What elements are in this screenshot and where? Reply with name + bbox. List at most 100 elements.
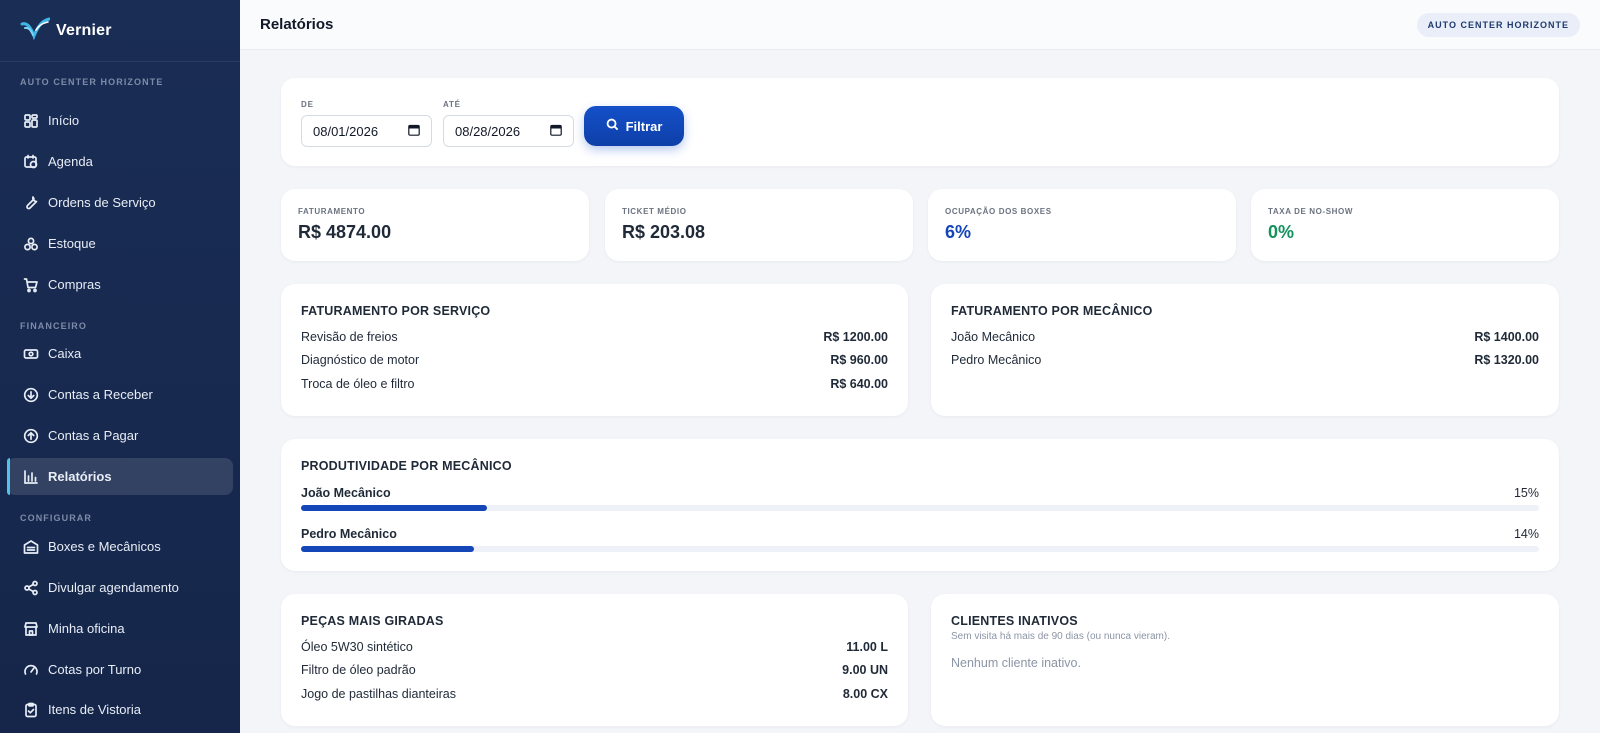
brand[interactable]: Vernier — [0, 0, 240, 62]
sidebar-item-relatorios[interactable]: Relatórios — [7, 458, 233, 495]
mechanic-value: R$ 1400.00 — [1474, 329, 1539, 344]
sidebar-item-caixa[interactable]: Caixa — [7, 335, 233, 372]
sidebar-item-compras[interactable]: Compras — [7, 266, 233, 303]
list-item: Troca de óleo e filtro R$ 640.00 — [301, 372, 888, 396]
sidebar-item-boxes[interactable]: Boxes e Mecânicos — [7, 528, 233, 565]
progress-track — [301, 546, 1539, 552]
progress-track — [301, 505, 1539, 511]
section-label-financeiro: FINANCEIRO — [20, 321, 87, 331]
list-item: Filtro de óleo padrão 9.00 UN — [301, 659, 888, 683]
list-item: João Mecânico R$ 1400.00 — [951, 325, 1539, 349]
kpi-label: TICKET MÉDIO — [622, 207, 687, 216]
sidebar-item-divulgar[interactable]: Divulgar agendamento — [7, 569, 233, 606]
service-value: R$ 1200.00 — [823, 329, 888, 344]
store-icon — [23, 621, 39, 637]
list-item: Revisão de freios R$ 1200.00 — [301, 325, 888, 349]
top-parts-panel: PEÇAS MAIS GIRADAS Óleo 5W30 sintético 11… — [281, 594, 908, 726]
sidebar-item-label: Cotas por Turno — [48, 662, 142, 677]
part-quantity: 8.00 CX — [842, 686, 888, 701]
part-name: Óleo 5W30 sintético — [301, 639, 413, 654]
sidebar-item-label: Estoque — [48, 236, 96, 251]
share-icon — [23, 580, 39, 596]
kpi-label: OCUPAÇÃO DOS BOXES — [945, 207, 1052, 216]
cart-icon — [23, 277, 39, 293]
cash-icon — [23, 346, 39, 362]
to-date-input[interactable]: 08/28/2026 — [443, 115, 574, 147]
calendar-icon[interactable] — [550, 124, 562, 139]
section-label-configurar: CONFIGURAR — [20, 513, 92, 523]
service-name: Troca de óleo e filtro — [301, 376, 415, 391]
to-date-label: ATÉ — [443, 100, 461, 109]
panel-title: FATURAMENTO POR SERVIÇO — [301, 304, 491, 318]
kpi-card-ticket-medio: TICKET MÉDIO R$ 203.08 — [605, 189, 913, 261]
part-name: Jogo de pastilhas dianteiras — [301, 686, 456, 701]
clipboard-check-icon — [23, 702, 39, 718]
sidebar-item-label: Ordens de Serviço — [48, 195, 156, 210]
sidebar-item-contas-pagar[interactable]: Contas a Pagar — [7, 417, 233, 454]
progress-fill — [301, 546, 475, 552]
service-value: R$ 640.00 — [830, 376, 888, 391]
part-quantity: 9.00 UN — [842, 663, 888, 678]
kpi-card-no-show: TAXA DE NO-SHOW 0% — [1251, 189, 1559, 261]
to-date-value: 08/28/2026 — [455, 123, 521, 139]
calendar-clock-icon — [23, 154, 39, 170]
mechanic-name: João Mecânico — [301, 486, 391, 500]
from-date-label: DE — [301, 100, 314, 109]
sidebar-item-cotas[interactable]: Cotas por Turno — [7, 651, 233, 688]
arrow-up-circle-icon — [23, 428, 39, 444]
sidebar-item-estoque[interactable]: Estoque — [7, 225, 233, 262]
revenue-by-mechanic-panel: FATURAMENTO POR MECÂNICO João Mecânico R$… — [931, 284, 1559, 416]
service-value: R$ 960.00 — [830, 353, 888, 368]
sidebar-item-inicio[interactable]: Início — [7, 102, 233, 139]
sidebar-item-label: Itens de Vistoria — [48, 702, 141, 717]
kpi-card-faturamento: FATURAMENTO R$ 4874.00 — [281, 189, 589, 261]
kpi-card-ocupacao: OCUPAÇÃO DOS BOXES 6% — [928, 189, 1236, 261]
page-title: Relatórios — [260, 16, 334, 33]
productivity-percent: 14% — [1513, 527, 1539, 541]
panel-subtitle: Sem visita há mais de 90 dias (ou nunca … — [951, 631, 1170, 642]
from-date-field: DE 08/01/2026 — [301, 100, 432, 147]
list-item: Jogo de pastilhas dianteiras 8.00 CX — [301, 682, 888, 706]
sidebar-item-label: Contas a Pagar — [48, 428, 139, 443]
productivity-row: Pedro Mecânico 14% — [301, 527, 1539, 552]
progress-fill — [301, 505, 487, 511]
sidebar-item-ordens[interactable]: Ordens de Serviço — [7, 184, 233, 221]
arrow-down-circle-icon — [23, 387, 39, 403]
service-name: Revisão de freios — [301, 329, 398, 344]
sidebar-item-contas-receber[interactable]: Contas a Receber — [7, 376, 233, 413]
from-date-value: 08/01/2026 — [313, 123, 379, 139]
mechanic-value: R$ 1320.00 — [1474, 353, 1539, 368]
tenant-badge[interactable]: AUTO CENTER HORIZONTE — [1416, 12, 1580, 37]
kpi-value: 0% — [1268, 222, 1295, 242]
from-date-input[interactable]: 08/01/2026 — [301, 115, 432, 147]
sidebar-item-label: Contas a Receber — [48, 387, 153, 402]
panel-title: FATURAMENTO POR MECÂNICO — [951, 304, 1153, 318]
kpi-label: FATURAMENTO — [298, 207, 366, 216]
sidebar-item-label: Caixa — [48, 346, 82, 361]
bar-chart-icon — [23, 469, 39, 485]
mechanic-name: Pedro Mecânico — [951, 353, 1042, 368]
empty-state: Nenhum cliente inativo. — [951, 656, 1081, 670]
revenue-by-service-panel: FATURAMENTO POR SERVIÇO Revisão de freio… — [281, 284, 908, 416]
sidebar: Vernier AUTO CENTER HORIZONTE Início Age… — [0, 0, 240, 733]
topbar: Relatórios AUTO CENTER HORIZONTE — [240, 0, 1600, 50]
section-label-tenant: AUTO CENTER HORIZONTE — [20, 77, 164, 87]
boxes-icon — [23, 236, 39, 252]
sidebar-item-itens-vistoria[interactable]: Itens de Vistoria — [7, 691, 233, 728]
sidebar-item-label: Compras — [48, 277, 101, 292]
garage-icon — [23, 539, 39, 555]
part-name: Filtro de óleo padrão — [301, 663, 416, 678]
wrench-icon — [23, 195, 39, 211]
sidebar-item-label: Início — [48, 113, 80, 128]
mechanic-name: Pedro Mecânico — [301, 527, 397, 541]
sidebar-item-minha-oficina[interactable]: Minha oficina — [7, 610, 233, 647]
list-item: Óleo 5W30 sintético 11.00 L — [301, 635, 888, 659]
filter-card: DE 08/01/2026 ATÉ 08/28/2026 Filtrar — [281, 78, 1559, 166]
sidebar-item-agenda[interactable]: Agenda — [7, 143, 233, 180]
vernier-logo-icon — [20, 16, 51, 45]
mechanic-name: João Mecânico — [951, 329, 1036, 344]
productivity-percent: 15% — [1513, 486, 1539, 500]
calendar-icon[interactable] — [408, 124, 420, 139]
filter-button[interactable]: Filtrar — [584, 106, 684, 146]
kpi-label: TAXA DE NO-SHOW — [1268, 207, 1353, 216]
